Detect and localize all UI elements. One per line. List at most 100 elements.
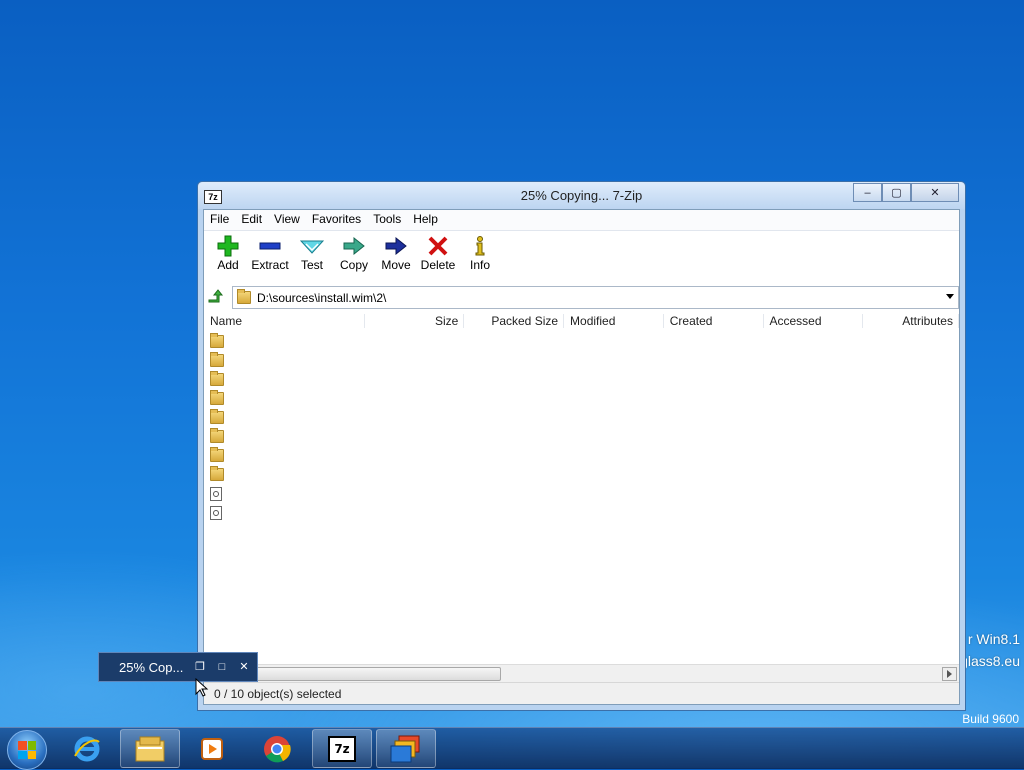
- progress-mini-title: 25% Cop...: [119, 660, 184, 675]
- build-label: Build 9600: [962, 712, 1019, 726]
- file-icon: [210, 486, 222, 501]
- list-item[interactable]: [204, 351, 959, 370]
- list-item[interactable]: [204, 389, 959, 408]
- col-name[interactable]: Name: [204, 311, 365, 331]
- folder-icon: [210, 409, 224, 424]
- media-player-icon: [201, 737, 223, 760]
- add-icon: [216, 235, 240, 257]
- list-item[interactable]: [204, 484, 959, 503]
- move-button[interactable]: Move: [375, 231, 417, 281]
- taskbar-file-explorer[interactable]: [120, 729, 180, 768]
- progress-mini-window[interactable]: 25% Cop... ❐ □ ✕: [98, 652, 258, 682]
- taskbar-chrome[interactable]: [247, 729, 307, 768]
- mouse-cursor-icon: [195, 678, 209, 697]
- copy-label: Copy: [339, 258, 368, 272]
- windows-logo-icon: [18, 741, 36, 759]
- info-button[interactable]: Info: [459, 231, 501, 281]
- taskbar-internet-explorer[interactable]: [57, 729, 117, 768]
- stacked-windows-icon: [390, 735, 420, 762]
- move-icon: [384, 235, 408, 257]
- col-attributes[interactable]: Attributes: [863, 311, 959, 331]
- extract-icon: [258, 235, 282, 257]
- scroll-right-arrow[interactable]: [942, 667, 957, 681]
- folder-icon: [210, 390, 224, 405]
- delete-icon: [426, 235, 450, 257]
- list-item[interactable]: [204, 427, 959, 446]
- col-accessed[interactable]: Accessed: [764, 311, 864, 331]
- close-button[interactable]: ✕: [911, 183, 959, 202]
- scrollbar-thumb[interactable]: [254, 667, 501, 681]
- toolbar: Add Extract Test Copy Move Delete Info: [204, 231, 959, 281]
- list-item[interactable]: [204, 446, 959, 465]
- address-row: D:\sources\install.wim\2\: [204, 285, 959, 309]
- start-button[interactable]: [7, 730, 47, 770]
- info-icon: [468, 235, 492, 257]
- menu-tools[interactable]: Tools: [367, 210, 407, 230]
- col-modified[interactable]: Modified: [564, 311, 664, 331]
- internet-explorer-icon: [74, 736, 100, 761]
- sevenzip-icon: 7z: [328, 735, 356, 762]
- menu-view[interactable]: View: [268, 210, 306, 230]
- taskbar: 7z: [0, 727, 1024, 770]
- move-label: Move: [381, 258, 411, 272]
- folder-icon: [210, 466, 224, 481]
- extract-label: Extract: [251, 258, 289, 272]
- folder-icon: [210, 371, 224, 386]
- sevenzip-window: 7z 25% Copying... 7-Zip – ▢ ✕ File Edit …: [197, 181, 966, 711]
- list-item[interactable]: [204, 370, 959, 389]
- horizontal-scrollbar[interactable]: [204, 664, 959, 682]
- address-path[interactable]: D:\sources\install.wim\2\: [257, 291, 386, 305]
- maximize-button[interactable]: ▢: [882, 183, 911, 202]
- menu-favorites[interactable]: Favorites: [306, 210, 367, 230]
- taskbar-media-player[interactable]: [182, 729, 242, 768]
- up-arrow-icon: [208, 289, 224, 303]
- list-item[interactable]: [204, 503, 959, 522]
- copy-icon: [342, 235, 366, 257]
- test-button[interactable]: Test: [291, 231, 333, 281]
- add-label: Add: [217, 258, 239, 272]
- up-folder-button[interactable]: [206, 287, 226, 307]
- address-bar[interactable]: D:\sources\install.wim\2\: [232, 286, 959, 309]
- window-title: 25% Copying... 7-Zip: [520, 188, 643, 203]
- folder-icon: [237, 289, 251, 304]
- folder-icon: [210, 352, 224, 367]
- close-icon[interactable]: ✕: [237, 661, 251, 674]
- delete-label: Delete: [420, 258, 456, 272]
- info-label: Info: [469, 258, 490, 272]
- address-dropdown-arrow[interactable]: [946, 294, 954, 299]
- file-list: [204, 332, 959, 522]
- title-bar[interactable]: 7z 25% Copying... 7-Zip – ▢ ✕: [198, 182, 965, 209]
- test-icon: [300, 235, 324, 257]
- delete-button[interactable]: Delete: [417, 231, 459, 281]
- folder-icon: [210, 428, 224, 443]
- folder-icon: [210, 333, 224, 348]
- status-bar: 0 / 10 object(s) selected: [204, 682, 959, 704]
- watermark-line-1: r Win8.1: [967, 631, 1020, 647]
- col-created[interactable]: Created: [664, 311, 764, 331]
- list-item[interactable]: [204, 332, 959, 351]
- menu-help[interactable]: Help: [407, 210, 444, 230]
- copy-button[interactable]: Copy: [333, 231, 375, 281]
- extract-button[interactable]: Extract: [249, 231, 291, 281]
- file-explorer-icon: [135, 736, 165, 761]
- menu-bar: File Edit View Favorites Tools Help: [204, 210, 959, 231]
- maximize-icon[interactable]: □: [215, 661, 229, 674]
- taskbar-7zip[interactable]: 7z: [312, 729, 372, 768]
- taskbar-stacked-windows[interactable]: [376, 729, 436, 768]
- minimize-button[interactable]: –: [853, 183, 882, 202]
- column-header: Name Size Packed Size Modified Created A…: [204, 311, 959, 331]
- list-item[interactable]: [204, 408, 959, 427]
- menu-edit[interactable]: Edit: [235, 210, 268, 230]
- folder-icon: [210, 447, 224, 462]
- watermark-line-2: glass8.eu: [960, 653, 1020, 669]
- col-size[interactable]: Size: [365, 311, 465, 331]
- menu-file[interactable]: File: [204, 210, 235, 230]
- list-item[interactable]: [204, 465, 959, 484]
- file-icon: [210, 505, 222, 520]
- col-packed-size[interactable]: Packed Size: [464, 311, 564, 331]
- add-button[interactable]: Add: [207, 231, 249, 281]
- client-area: File Edit View Favorites Tools Help Add …: [203, 209, 960, 705]
- restore-icon[interactable]: ❐: [193, 661, 207, 674]
- chrome-icon: [264, 735, 291, 762]
- test-label: Test: [300, 258, 323, 272]
